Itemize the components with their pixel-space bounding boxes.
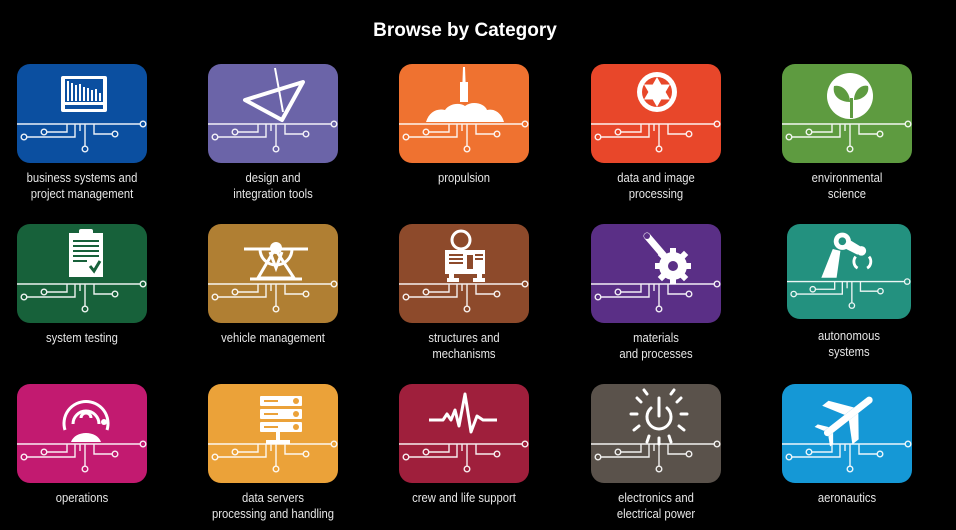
category-label-line: processing	[628, 187, 684, 201]
category-label-line: processing and handling	[212, 507, 334, 521]
category-label-line: project management	[30, 187, 134, 201]
category-tile[interactable]	[591, 64, 721, 163]
category-label[interactable]: crew and life support	[379, 490, 550, 506]
category-label[interactable]: aeronautics	[762, 490, 933, 506]
category-label-line: vehicle management	[221, 331, 325, 345]
category-tile[interactable]	[787, 224, 911, 319]
airplane-icon	[782, 396, 912, 473]
category-tile[interactable]	[399, 224, 529, 323]
category-label-line: electronics and	[618, 491, 694, 505]
category-label-line: mechanisms	[432, 347, 496, 361]
rocket-launch-icon	[399, 67, 529, 153]
lander-vehicle-icon	[208, 242, 338, 313]
category-tile[interactable]	[208, 384, 338, 483]
category-tile[interactable]	[399, 384, 529, 483]
category-label-line: business systems and	[26, 171, 138, 185]
category-label[interactable]: operations	[0, 490, 168, 506]
category-label-line: data servers	[242, 491, 304, 505]
category-tile[interactable]	[208, 224, 338, 323]
category-label-line: systems	[828, 345, 870, 359]
category-label-line: structures and	[428, 331, 500, 345]
robot-arm-icon	[787, 232, 911, 309]
category-label-line: propulsion	[438, 171, 490, 185]
leaf-sprout-icon	[782, 73, 912, 153]
category-label-line: and processes	[619, 347, 693, 361]
category-tile[interactable]	[399, 64, 529, 163]
category-tile[interactable]	[782, 384, 912, 483]
category-label-line: crew and life support	[412, 491, 516, 505]
drafting-triangle-icon	[208, 67, 338, 153]
power-burst-icon	[591, 388, 721, 473]
category-label[interactable]: vehicle management	[188, 330, 359, 346]
category-label-line: science	[827, 187, 867, 201]
category-label[interactable]: propulsion	[379, 170, 550, 186]
category-label-line: data and image	[617, 171, 695, 185]
category-tile[interactable]	[591, 224, 721, 323]
category-tile[interactable]	[17, 64, 147, 163]
operator-headset-icon	[17, 399, 147, 473]
category-tile[interactable]	[782, 64, 912, 163]
category-label[interactable]: system testing	[0, 330, 168, 346]
category-label-line: electrical power	[616, 507, 696, 521]
category-label[interactable]: design and integration tools	[188, 170, 359, 202]
page-title: Browse by Category	[373, 20, 557, 41]
category-label-line: system testing	[46, 331, 118, 345]
heartbeat-icon	[399, 392, 529, 473]
camera-aperture-icon	[591, 72, 721, 153]
clipboard-check-icon	[17, 229, 147, 313]
wrench-gear-icon	[591, 232, 721, 313]
category-tile[interactable]	[17, 224, 147, 323]
category-label[interactable]: business systems and project management	[0, 170, 168, 202]
category-label[interactable]: electronics and electrical power	[571, 490, 742, 522]
category-tile[interactable]	[208, 64, 338, 163]
category-label[interactable]: structures and mechanisms	[379, 330, 550, 362]
category-label[interactable]: data servers processing and handling	[188, 490, 359, 522]
category-label-line: environmental	[811, 171, 883, 185]
category-label[interactable]: materials and processes	[571, 330, 742, 362]
category-label-line: integration tools	[233, 187, 313, 201]
category-label-line: operations	[55, 491, 109, 505]
machine-structure-icon	[399, 229, 529, 313]
category-label-line: materials	[633, 331, 679, 345]
monitor-chart-icon	[17, 76, 147, 153]
category-label[interactable]: data and image processing	[571, 170, 742, 202]
category-tile[interactable]	[17, 384, 147, 483]
category-label-line: aeronautics	[817, 491, 877, 505]
category-label-line: autonomous	[818, 329, 880, 343]
category-label[interactable]: environmental science	[762, 170, 933, 202]
category-tile[interactable]	[591, 384, 721, 483]
category-label[interactable]: autonomous systems	[764, 328, 935, 360]
category-label-line: design and	[245, 171, 301, 185]
server-rack-icon	[208, 396, 338, 473]
